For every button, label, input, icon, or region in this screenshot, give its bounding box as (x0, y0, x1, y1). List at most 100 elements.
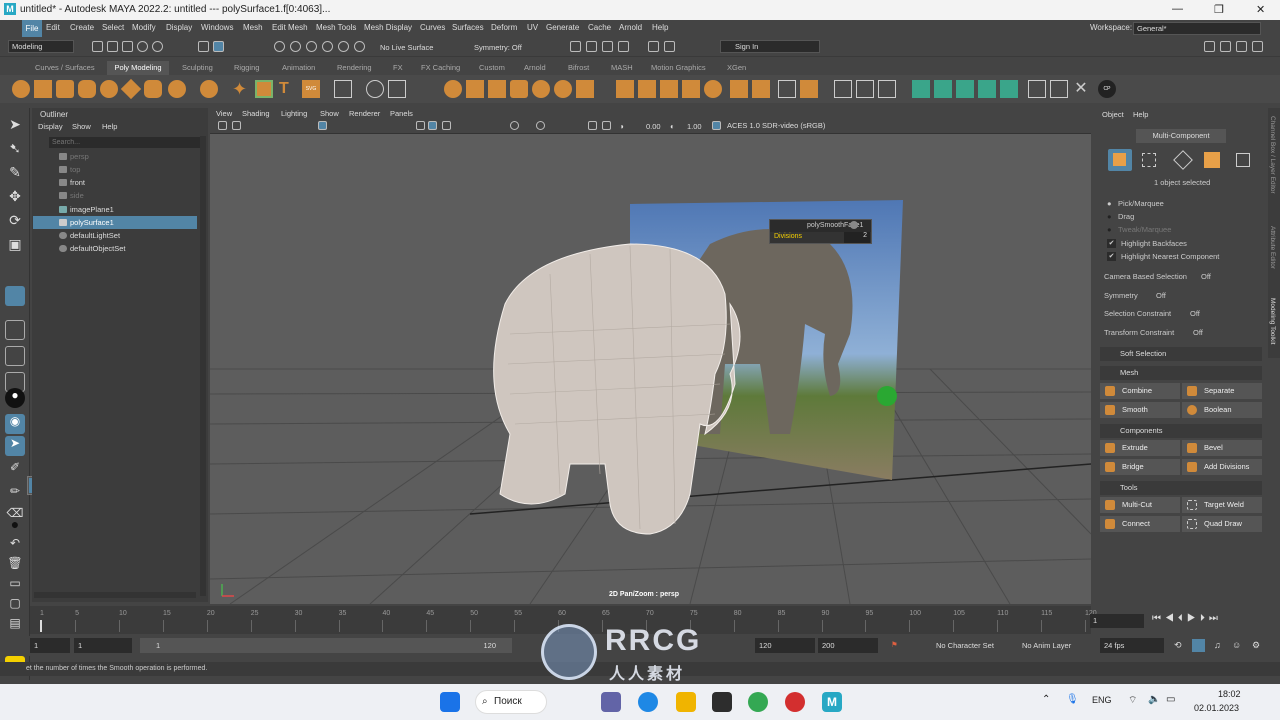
outliner-hscrollbar[interactable] (34, 592, 196, 598)
drag-radio-icon[interactable]: ● (1107, 212, 1112, 221)
xray-icon[interactable] (602, 121, 611, 130)
textured-icon[interactable] (442, 121, 451, 130)
snap-vertex-icon[interactable] (354, 41, 365, 52)
shelf-tab-sculpting[interactable]: Sculpting (182, 63, 213, 72)
max-frame-field[interactable]: 200 (818, 638, 878, 653)
render-view-icon[interactable] (664, 41, 675, 52)
uv-sew-icon[interactable] (1050, 80, 1068, 98)
render-frame-icon[interactable] (570, 41, 581, 52)
soft-selection-section[interactable]: Soft Selection (1100, 347, 1262, 361)
modeling-toolkit-icon[interactable] (1204, 41, 1215, 52)
outliner-menu-help[interactable]: Help (102, 122, 117, 131)
object-mode-button[interactable] (1108, 149, 1132, 171)
separate-button[interactable]: Separate (1182, 383, 1262, 399)
monitor-icon[interactable]: ▭ (5, 576, 25, 596)
poly-cube-icon[interactable] (34, 80, 52, 98)
menu-create[interactable]: Create (70, 23, 94, 32)
arnold-render-icon[interactable] (648, 41, 659, 52)
outliner-scrollbar[interactable] (200, 136, 206, 596)
grid-toggle-icon[interactable] (318, 121, 327, 130)
snap-view-icon[interactable] (322, 41, 333, 52)
select-hierarchy-icon[interactable] (198, 41, 209, 52)
outliner-item-persp[interactable]: persp (33, 150, 197, 163)
channel-box-tab[interactable]: Channel Box / Layer Editor (1269, 116, 1276, 194)
viewport-menu-view[interactable]: View (216, 109, 232, 118)
menu-edit-mesh[interactable]: Edit Mesh (272, 23, 308, 32)
uv-planar-icon[interactable] (912, 80, 930, 98)
shelf-tab-custom[interactable]: Custom (479, 63, 505, 72)
clipboard-icon[interactable]: ▤ (5, 616, 25, 636)
menu-display[interactable]: Display (166, 23, 192, 32)
uv-spherical-icon[interactable] (956, 80, 974, 98)
outliner-item-top[interactable]: top (33, 163, 197, 176)
extrude-button[interactable]: Extrude (1100, 440, 1180, 456)
append-icon[interactable] (752, 80, 770, 98)
quad-draw-button[interactable]: Quad Draw (1182, 516, 1262, 532)
boolean-difference-icon[interactable] (554, 80, 572, 98)
symmetry-label[interactable]: Symmetry: Off (474, 43, 522, 52)
tweak-radio-icon[interactable]: ● (1107, 225, 1112, 234)
snap-grid-icon[interactable] (274, 41, 285, 52)
pencil-icon[interactable]: ✏ (5, 484, 25, 504)
bookmark-icon[interactable] (232, 121, 241, 130)
bridge-shelf-icon[interactable] (638, 80, 656, 98)
poly-torus-icon[interactable] (100, 80, 118, 98)
visibility-eye-icon[interactable]: ◉ (5, 414, 25, 434)
tool-settings-icon[interactable] (1236, 41, 1247, 52)
nearest-component-checkbox[interactable]: ✔ (1107, 252, 1116, 261)
language-indicator[interactable]: ENG (1092, 695, 1112, 705)
channel-box-icon[interactable] (1252, 41, 1263, 52)
last-tool-icon[interactable] (5, 286, 25, 306)
undo-stroke-icon[interactable]: ↶ (5, 536, 25, 556)
bevel-button[interactable]: Bevel (1182, 440, 1262, 456)
mode-dropdown[interactable]: Modeling (8, 40, 74, 53)
toolkit-menu-object[interactable]: Object (1102, 110, 1124, 119)
uv-cut-icon[interactable] (1028, 80, 1046, 98)
bridge-button[interactable]: Bridge (1100, 459, 1180, 475)
menu-edit[interactable]: Edit (46, 23, 60, 32)
shelf-tab-rendering[interactable]: Rendering (337, 63, 372, 72)
poly-disc-icon[interactable] (144, 80, 162, 98)
freeze-transform-icon[interactable] (388, 80, 406, 98)
face-mode-icon[interactable] (1204, 152, 1220, 168)
auto-key-icon[interactable]: ⚑ (891, 640, 898, 649)
wedge-icon[interactable] (730, 80, 748, 98)
paint-select-icon[interactable]: ✎ (5, 164, 25, 184)
center-pivot-cp-icon[interactable]: CP (1098, 80, 1116, 98)
close-icon[interactable]: ✕ (1256, 3, 1265, 16)
volume-icon[interactable]: 🔈 (1148, 694, 1160, 705)
teams-icon[interactable] (601, 692, 621, 712)
symmetry-setting-value[interactable]: Off (1156, 291, 1166, 300)
merge-icon[interactable] (778, 80, 796, 98)
outliner-menu-show[interactable]: Show (72, 122, 91, 131)
start-frame-field[interactable]: 1 (30, 638, 70, 653)
edge-mode-icon[interactable] (1173, 150, 1193, 170)
offset-loop-icon[interactable] (878, 80, 896, 98)
super-shape-icon[interactable] (200, 80, 218, 98)
gamma-icon[interactable]: ◐ (670, 122, 675, 131)
workspace-dropdown[interactable]: General* (1133, 22, 1261, 35)
maximize-icon[interactable]: ❐ (1214, 3, 1224, 16)
four-view-icon[interactable] (5, 346, 25, 366)
menu-help[interactable]: Help (652, 23, 668, 32)
menu-uv[interactable]: UV (527, 23, 538, 32)
backfaces-checkbox[interactable]: ✔ (1107, 239, 1116, 248)
microphone-icon[interactable]: 🎙 (1066, 694, 1079, 705)
uv-camera-icon[interactable] (1000, 80, 1018, 98)
multi-cut-button[interactable]: Multi-Cut (1100, 497, 1180, 513)
toolkit-menu-help[interactable]: Help (1133, 110, 1148, 119)
clock-date[interactable]: 02.01.2023 (1194, 703, 1239, 713)
menu-select[interactable]: Select (102, 23, 124, 32)
target-weld-button[interactable]: Target Weld (1182, 497, 1262, 513)
wireframe-icon[interactable] (416, 121, 425, 130)
end-frame-field[interactable]: 120 (755, 638, 815, 653)
camera-based-value[interactable]: Off (1201, 272, 1211, 281)
playback-loop-icon[interactable]: ⟲ (1174, 640, 1182, 651)
scale-tool-icon[interactable]: ▣ (5, 236, 25, 256)
chrome-icon[interactable] (748, 692, 768, 712)
wifi-icon[interactable]: ⌔ (1128, 694, 1137, 707)
platonic-solid-icon[interactable] (168, 80, 186, 98)
ipr-render-icon[interactable] (586, 41, 597, 52)
shelf-tab-xgen[interactable]: XGen (727, 63, 746, 72)
playback-controls[interactable]: ⏮◀⏴▶⏵⏭ (1152, 613, 1222, 624)
